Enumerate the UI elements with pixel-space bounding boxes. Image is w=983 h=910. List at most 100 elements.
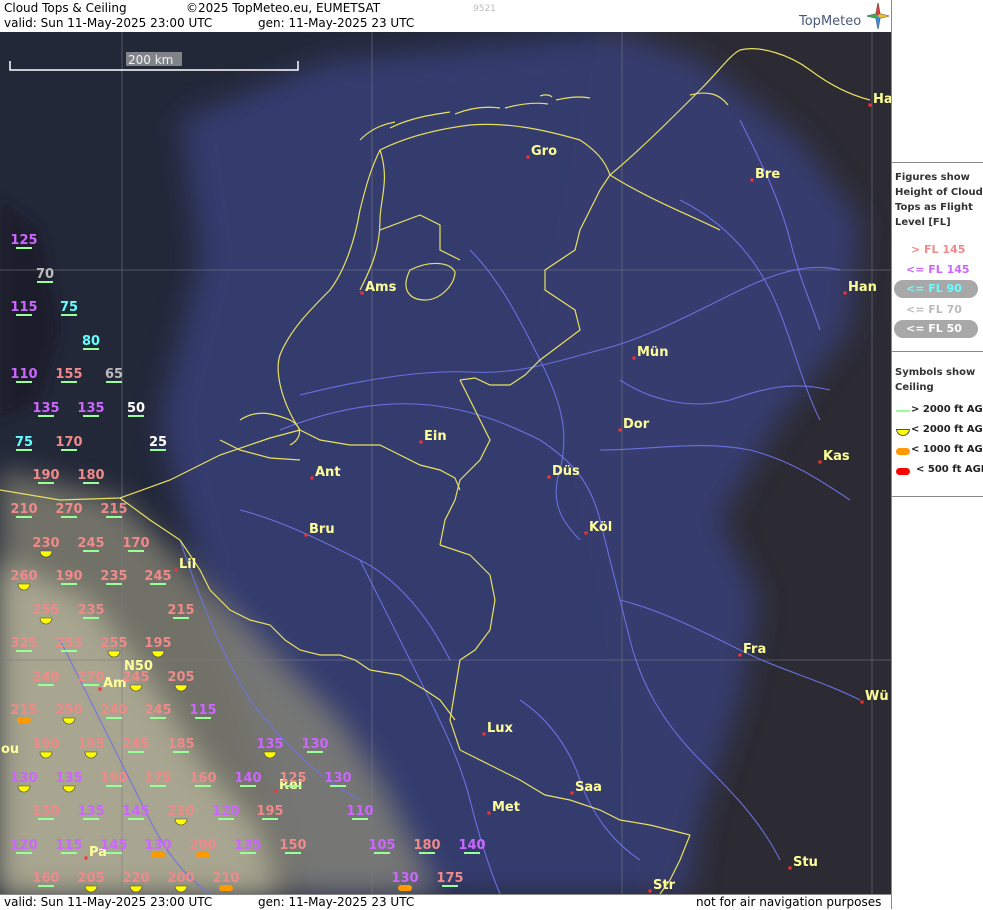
legend-level-item: > FL 145 [894,241,980,259]
city-marker [419,440,423,444]
map-canvas: 200 km Gro Bre Ha Ams Han Mün Ein Dor Kas Ant Düs B… [0,32,891,894]
legend-symbol-item: > 2000 ft AGL [894,404,983,418]
footer-generated: gen: 11-May-2025 23 UTC [258,895,415,909]
city-lux: Lux [482,721,514,736]
cloud-top-label: 245 [144,703,171,718]
cloud-top-value: 210 [10,502,38,518]
cloud-top-value: 255 [55,636,83,652]
cloud-top-value: 145 [122,804,150,820]
cloud-top-value: 150 [279,838,307,854]
legend-level-label: <= FL 70 [906,303,962,316]
cloud-top-value: 50 [127,401,145,417]
city-marker [818,460,822,464]
cloud-top-label: 200 [167,871,194,886]
footer-valid: valid: Sun 11-May-2025 23:00 UTC [4,895,213,909]
copyright-text: ©2025 TopMeteo.eu, EUMETSAT [186,1,381,15]
cloud-top-value: 135 [77,401,105,417]
cloud-top-label: 130 [10,771,37,786]
cloud-top-label: 195 [256,804,283,819]
cloud-top-value: 240 [100,703,128,719]
cloud-top-label: 190 [55,569,82,584]
city-kas: Kas [818,449,850,464]
legend-symbol-label: < 2000 ft AGL [911,424,983,435]
city-marker [547,475,551,479]
cloud-top-label: 170 [55,435,82,450]
green-line-icon [896,410,910,412]
color-bar-icon [896,448,910,455]
n50-label: N50 [124,659,153,674]
city-marker [360,291,364,295]
city-mün: Mün [632,345,668,360]
city-marker [526,155,530,159]
city-label: Düs [552,464,580,479]
scale-label: 200 km [128,53,173,67]
city-marker [487,811,491,815]
cloud-top-label: 120 [10,838,37,853]
cloud-top-value: 125 [279,771,307,787]
legend-symbol-label: < 500 ft AGL [916,464,983,475]
cloud-top-label: 115 [55,838,82,853]
cloud-top-label: 135 [55,771,82,786]
generated-time: gen: 11-May-2025 23 UTC [258,16,415,30]
city-label: ou [1,742,19,757]
cloud-top-label: 190 [32,468,59,483]
city-label: Dor [623,417,650,432]
cloud-top-value: 180 [413,838,441,854]
city-marker [584,531,588,535]
cloud-top-label: 135 [256,737,283,752]
cloud-top-value: 245 [122,737,150,753]
city-marker [632,356,636,360]
cloud-top-label: 75 [15,435,33,450]
legend-divider [892,351,983,352]
city-marker [843,291,847,295]
cloud-top-value: 130 [301,737,329,753]
cloud-top-value: 135 [32,401,60,417]
cloud-top-label: 215 [167,603,194,618]
city-gro: Gro [526,144,557,159]
disclaimer: not for air navigation purposes [696,895,882,909]
cloud-top-value: 70 [36,267,54,283]
legend-symbols-heading: Symbols show Ceiling [895,367,976,393]
city-marker [750,178,754,182]
ceiling-below-1000-symbol [398,885,412,891]
cloud-top-label: 170 [122,536,149,551]
city-str: Str [648,878,676,893]
cloud-top-value: 160 [189,771,217,787]
weather-map[interactable]: 200 km Gro Bre Ha Ams Han Mün Ein Dor Kas Ant Düs B… [0,32,891,894]
legend-divider [892,496,983,497]
cloud-top-label: 230 [32,536,59,551]
cloud-top-label: 190 [100,771,127,786]
city-han: Han [843,280,877,295]
cloud-top-label: 255 [100,636,127,651]
legend-level-item: <= FL 90 [894,280,980,298]
city-label: Ein [424,429,447,444]
cloud-top-value: 235 [100,569,128,585]
cloud-top-label: 205 [167,670,194,685]
cloud-top-value: 240 [32,670,60,686]
cloud-top-value: 110 [346,804,374,820]
cloud-top-value: 245 [77,536,105,552]
cloud-top-label: 110 [346,804,373,819]
cloud-top-label: 180 [77,468,104,483]
cloud-top-label: 245 [122,737,149,752]
city-marker [98,687,102,691]
city-label: Bru [309,522,335,537]
cloud-top-label: 160 [32,871,59,886]
city-stu: Stu [788,855,818,870]
topmeteo-logo[interactable]: TopMeteo [797,3,891,31]
cloud-top-value: 185 [167,737,195,753]
legend-level-label: > FL 145 [911,243,966,256]
cloud-top-label: 235 [100,569,127,584]
cloud-top-value: 105 [368,838,396,854]
cloud-top-label: 240 [32,670,59,685]
id-code: 9521 [473,4,496,14]
cloud-top-label: 270 [55,502,82,517]
city-marker [618,428,622,432]
cloud-top-label: 110 [10,367,37,382]
cloud-top-value: 145 [100,838,128,854]
cloud-top-value: 235 [77,603,105,619]
cloud-top-value: 135 [234,838,262,854]
city-dor: Dor [618,417,650,432]
city-bre: Bre [750,167,780,182]
cloud-top-label: 185 [167,737,194,752]
